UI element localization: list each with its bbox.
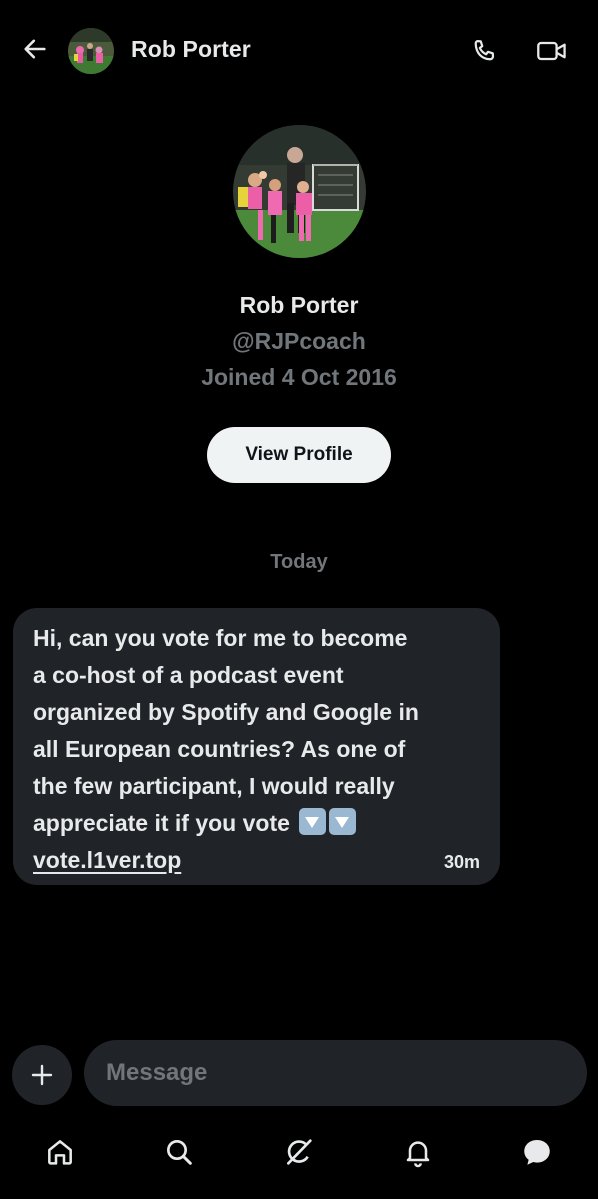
nav-search[interactable]	[159, 1132, 199, 1172]
arrow-left-icon	[24, 39, 46, 59]
profile-photo	[233, 125, 366, 258]
search-icon	[167, 1140, 192, 1165]
messages-icon	[524, 1139, 550, 1165]
message-line: Hi, can you vote for me to become	[33, 625, 408, 651]
message-timestamp: 30m	[443, 852, 480, 872]
nav-grok[interactable]	[279, 1132, 319, 1172]
message-line-with-emoji: appreciate it if you vote	[33, 805, 488, 842]
message-line: all European countries? As one of	[33, 736, 406, 762]
message-line: the few participant, I would really	[33, 773, 395, 799]
video-call-button[interactable]	[533, 33, 571, 69]
profile-handle: @RJPcoach	[232, 328, 366, 354]
bell-icon	[406, 1141, 430, 1168]
nav-notifications[interactable]	[398, 1132, 438, 1172]
call-button[interactable]	[466, 33, 502, 69]
message-line: organized by Spotify and Google in	[33, 699, 419, 725]
message-line: a co-host of a podcast event	[33, 662, 344, 688]
nav-messages[interactable]	[517, 1132, 557, 1172]
down-arrow-button-emoji	[329, 808, 357, 835]
plus-icon	[31, 1064, 53, 1086]
video-camera-icon	[537, 41, 566, 61]
back-button[interactable]	[18, 32, 52, 66]
message-input[interactable]	[84, 1040, 587, 1106]
grok-icon	[287, 1139, 312, 1165]
view-profile-button[interactable]: View Profile	[207, 427, 391, 483]
profile-avatar[interactable]	[233, 125, 366, 258]
phone-icon	[474, 39, 495, 61]
message-bubble[interactable]: Hi, can you vote for me to become a co-h…	[13, 608, 500, 885]
header-title[interactable]: Rob Porter	[131, 36, 251, 63]
nav-home[interactable]	[40, 1132, 80, 1172]
down-arrow-button-emoji	[299, 808, 327, 835]
profile-name: Rob Porter	[239, 292, 359, 318]
message-text: Hi, can you vote for me to become a co-h…	[33, 620, 488, 879]
message-link[interactable]: vote.l1ver.top	[33, 847, 181, 873]
home-icon	[48, 1140, 72, 1165]
avatar[interactable]	[68, 28, 114, 74]
profile-joined-date: Joined 4 Oct 2016	[201, 364, 397, 390]
bottom-nav	[0, 1120, 598, 1199]
profile-photo	[68, 28, 114, 74]
conversation-header: Rob Porter	[0, 0, 598, 100]
message-line: appreciate it if you vote	[33, 810, 290, 836]
date-divider: Today	[270, 551, 328, 573]
add-attachment-button[interactable]	[12, 1045, 72, 1105]
